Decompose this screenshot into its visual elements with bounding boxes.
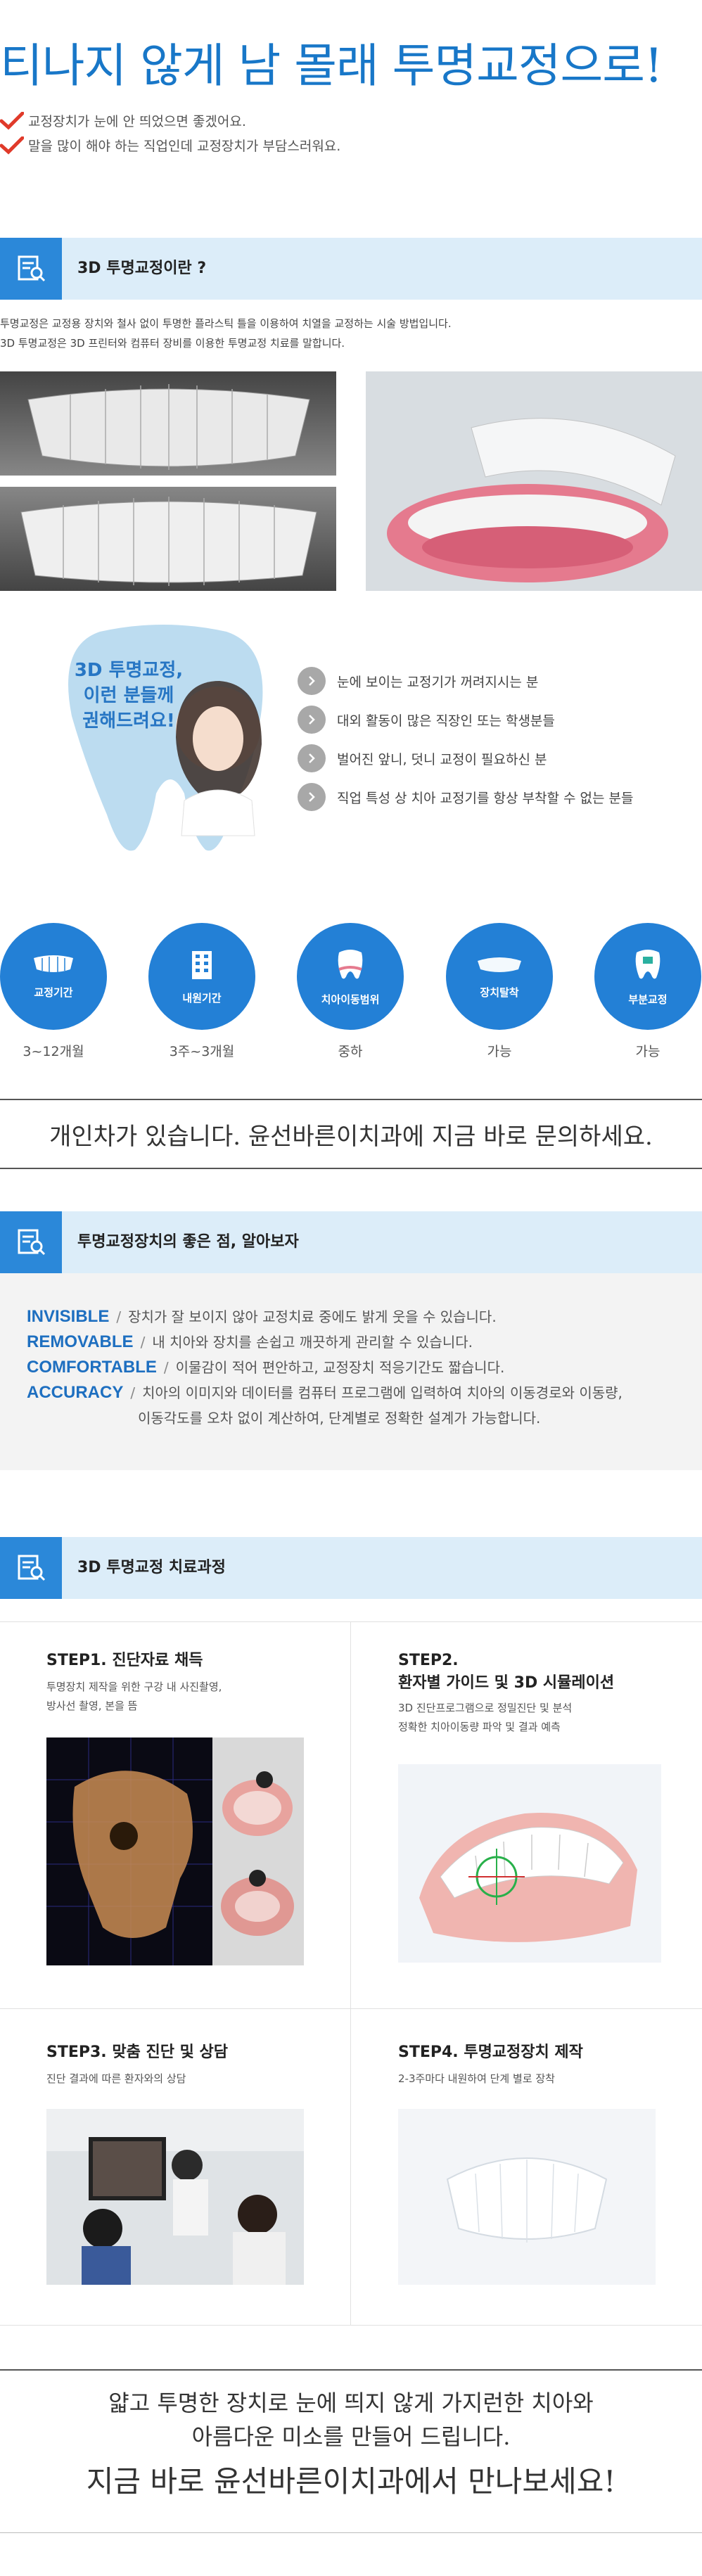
step-title: STEP1. 진단자료 채득 <box>46 1652 203 1669</box>
list-item: 눈에 보이는 교정기가 꺼려지시는 분 <box>298 667 538 695</box>
aligner-icon <box>478 957 521 972</box>
document-search-icon <box>0 1211 62 1273</box>
teeth-3d-image <box>0 371 336 591</box>
section-title: 3D 투명교정이란 ? <box>77 260 207 277</box>
benefit-item: INVISIBLE / 장치가 잘 보이지 않아 교정치료 중에도 밝게 웃을 수 … <box>27 1307 497 1326</box>
feature-value: 3주~3개월 <box>169 1044 235 1059</box>
document-search-icon <box>0 238 62 300</box>
closing-message: 얇고 투명한 장치로 눈에 띄지 않게 가지런한 치아와 아름다운 미소를 만들… <box>108 2390 594 2450</box>
section-header-process: 3D 투명교정 치료과정 <box>0 1537 702 1599</box>
feature-value: 가능 <box>487 1044 512 1059</box>
check-item: 교정장치가 눈에 안 띄었으면 좋겠어요. <box>0 111 246 130</box>
grid-line <box>350 1621 351 2325</box>
benefit-item: REMOVABLE / 내 치아와 장치를 손쉽고 깨끗하게 관리할 수 있습니다. <box>27 1332 473 1351</box>
check-icon <box>0 136 24 154</box>
check-icon <box>0 111 24 129</box>
feature-value: 중하 <box>338 1044 363 1059</box>
chevron-right-icon <box>298 667 326 695</box>
benefit-item-continued: 이동각도를 오차 없이 계산하여, 단계별로 정확한 설계가 가능합니다. <box>138 1410 541 1427</box>
notice-text: 개인차가 있습니다. 윤선바른이치과에 지금 바로 문의하세요. <box>49 1123 653 1151</box>
grid-line <box>0 2325 702 2326</box>
xray-skull-image <box>46 1737 304 1965</box>
divider <box>0 2532 702 2533</box>
check-text: 교정장치가 눈에 안 띄었으면 좋겠어요. <box>28 114 246 129</box>
feature-circle: 장치탈착 <box>446 923 553 1030</box>
step-desc: 진단 결과에 따른 환자와의 상담 <box>46 2072 186 2085</box>
step-desc: 2-3주마다 내원하여 단계 별로 장착 <box>398 2072 555 2085</box>
building-icon <box>192 950 212 979</box>
check-item: 말을 많이 해야 하는 직업인데 교정장치가 부담스러워요. <box>0 136 340 155</box>
aligner-device-photo <box>398 2109 656 2285</box>
consultation-photo <box>46 2109 304 2285</box>
feature-value: 3~12개월 <box>23 1044 84 1059</box>
chevron-right-icon <box>298 744 326 772</box>
benefit-item: COMFORTABLE / 이물감이 적어 편안하고, 교정장치 적응기간도 짧습니… <box>27 1358 505 1377</box>
feature-circle: 치아이동범위 <box>297 923 404 1030</box>
feature-circle: 교정기간 <box>0 923 107 1030</box>
tooth-icon <box>338 949 363 978</box>
list-item: 벌어진 앞니, 덧니 교정이 필요하신 분 <box>298 744 547 772</box>
step-title: STEP3. 맞춤 진단 및 상담 <box>46 2043 228 2061</box>
feature-circle: 내원기간 <box>148 923 255 1030</box>
aligner-photo <box>366 371 702 591</box>
list-item: 직업 특성 상 치아 교정기를 항상 부착할 수 없는 분들 <box>298 783 633 811</box>
section-header-what-is: 3D 투명교정이란 ? <box>0 238 702 300</box>
divider <box>0 2369 702 2371</box>
document-search-icon <box>0 1537 62 1599</box>
check-text: 말을 많이 해야 하는 직업인데 교정장치가 부담스러워요. <box>28 139 341 154</box>
step-desc: 투명장치 제작을 위한 구강 내 사진촬영, 방사선 촬영, 본을 뜸 <box>46 1681 222 1712</box>
section-title: 3D 투명교정 치료과정 <box>77 1559 226 1576</box>
3d-simulation-image <box>398 1764 661 1963</box>
step-title: STEP2. 환자별 가이드 및 3D 시뮬레이션 <box>398 1652 615 1692</box>
divider <box>0 1168 702 1169</box>
teeth-aligner-icon <box>34 955 73 972</box>
feature-circle: 부분교정 <box>594 923 701 1030</box>
grid-line <box>0 2008 702 2009</box>
closing-cta: 지금 바로 윤선바른이치과에서 만나보세요! <box>86 2464 616 2499</box>
chevron-right-icon <box>298 706 326 734</box>
intro-text: 투명교정은 교정용 장치와 철사 없이 투명한 플라스틱 틀을 이용하여 치열을… <box>0 317 452 350</box>
benefit-item: ACCURACY / 치아의 이미지와 데이터를 컴퓨터 프로그램에 입력하여 치아… <box>27 1383 623 1402</box>
divider <box>0 1099 702 1100</box>
section-title: 투명교정장치의 좋은 점, 알아보자 <box>77 1233 299 1251</box>
step-title: STEP4. 투명교정장치 제작 <box>398 2043 583 2061</box>
list-item: 대외 활동이 많은 직장인 또는 학생분들 <box>298 706 555 734</box>
chevron-right-icon <box>298 783 326 811</box>
feature-value: 가능 <box>635 1044 660 1059</box>
tooth-bracket-icon <box>635 949 660 978</box>
recommend-heading: 3D 투명교정, 이런 분들께 권해드려요! <box>74 660 184 732</box>
section-header-benefits: 투명교정장치의 좋은 점, 알아보자 <box>0 1211 702 1273</box>
page-title: 티나지 않게 남 몰래 투명교정으로! <box>0 39 663 93</box>
step-desc: 3D 진단프로그램으로 정밀진단 및 분석 정확한 치아이동량 파악 및 결과 … <box>398 1702 573 1733</box>
grid-line <box>0 1621 702 1622</box>
